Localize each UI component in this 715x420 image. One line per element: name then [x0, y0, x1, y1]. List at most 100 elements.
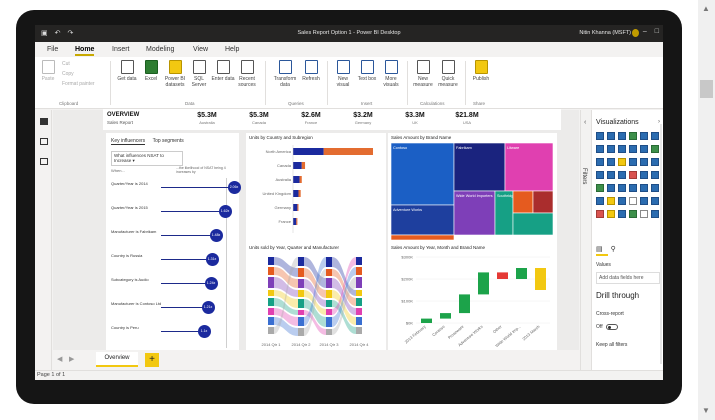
- influencer-bubble[interactable]: 1.31x: [205, 252, 219, 266]
- influencer-label[interactable]: Country is Peru: [111, 325, 181, 331]
- tab-modeling[interactable]: Modeling: [146, 46, 174, 53]
- influencer-question-dropdown[interactable]: What influences NSAT to Increase ▾: [111, 151, 183, 166]
- recent-sources-button[interactable]: Recent sources: [235, 60, 259, 88]
- kpi-card[interactable]: $2.6M France: [291, 112, 331, 125]
- data-view-icon[interactable]: [40, 138, 48, 145]
- clustered-column-icon[interactable]: [629, 132, 637, 140]
- bar-100-icon[interactable]: [640, 132, 648, 140]
- shape-map-icon[interactable]: [618, 171, 626, 179]
- multi-row-card-icon[interactable]: [651, 171, 659, 179]
- country-subregion-chart[interactable]: Units by Country and Subregion North Ame…: [246, 133, 386, 243]
- influencer-label[interactable]: Country is Russia: [111, 253, 181, 259]
- map-icon[interactable]: [596, 171, 604, 179]
- user-name[interactable]: Nitin Khanna (MSFT): [579, 30, 631, 36]
- stacked-area-icon[interactable]: [618, 145, 626, 153]
- ellipsis-icon[interactable]: [651, 210, 659, 218]
- scatter-icon[interactable]: [618, 158, 626, 166]
- pane-scrollbar[interactable]: [660, 124, 662, 364]
- scroll-down-icon[interactable]: ▼: [702, 406, 710, 415]
- format-tab-icon[interactable]: ⚲: [611, 246, 616, 253]
- publish-button[interactable]: Publish: [469, 60, 493, 82]
- add-page-button[interactable]: +: [145, 353, 159, 367]
- powerapps-icon[interactable]: [596, 210, 604, 218]
- filled-map-icon[interactable]: [607, 171, 615, 179]
- waterfall-chart[interactable]: Sales Amount by Year, Month and Brand Na…: [388, 243, 557, 350]
- gauge-icon[interactable]: [629, 171, 637, 179]
- avatar[interactable]: [632, 29, 639, 37]
- fields-tab-icon[interactable]: ▤: [596, 246, 603, 253]
- influencer-label[interactable]: Subcategory is Audio: [111, 277, 181, 283]
- treemap-icon[interactable]: [651, 158, 659, 166]
- prev-page-icon[interactable]: ◀: [57, 355, 62, 363]
- influencer-bubble[interactable]: 1.62x: [218, 204, 232, 218]
- influencer-bubble[interactable]: 1.48x: [209, 228, 223, 242]
- key-influencers-visual[interactable]: Key influencers Top segments What influe…: [106, 133, 241, 369]
- line-clustered-icon[interactable]: [640, 145, 648, 153]
- clustered-bar-icon[interactable]: [618, 132, 626, 140]
- influencer-label[interactable]: Manufacturer is Fabrikam: [111, 229, 181, 235]
- scroll-thumb[interactable]: [700, 80, 713, 98]
- add-data-fields-well[interactable]: Add data fields here: [596, 272, 660, 284]
- arcgis-icon[interactable]: [651, 197, 659, 205]
- more-visuals-button[interactable]: More visuals: [379, 60, 403, 88]
- narrative-icon[interactable]: [629, 197, 637, 205]
- stacked-bar-icon[interactable]: [596, 132, 604, 140]
- text-box-button[interactable]: Text box: [355, 60, 379, 82]
- kpi-card[interactable]: $3.2M Germany: [343, 112, 383, 125]
- import-icon[interactable]: [640, 210, 648, 218]
- new-visual-button[interactable]: New visual: [331, 60, 355, 88]
- kpi-card[interactable]: $5.3M Australia: [187, 112, 227, 125]
- influencer-label[interactable]: Quarter/Year is 2015: [111, 205, 181, 211]
- cut-button[interactable]: Cut: [62, 61, 70, 67]
- tab-file[interactable]: File: [47, 46, 58, 53]
- next-page-icon[interactable]: ▶: [69, 355, 74, 363]
- tab-help[interactable]: Help: [225, 46, 239, 53]
- tab-view[interactable]: View: [193, 46, 208, 53]
- waterfall-icon[interactable]: [596, 158, 604, 166]
- stacked-column-icon[interactable]: [607, 132, 615, 140]
- enter-data-button[interactable]: Enter data: [211, 60, 235, 82]
- excel-button[interactable]: Excel: [139, 60, 163, 82]
- scroll-up-icon[interactable]: ▲: [702, 4, 710, 13]
- decomposition-tree-icon[interactable]: [607, 197, 615, 205]
- custom-visual-icon[interactable]: [629, 210, 637, 218]
- ribbon-chart[interactable]: Units sold by Year, Quarter and Manufact…: [246, 243, 386, 350]
- kpi-card[interactable]: $5.3M Canada: [239, 112, 279, 125]
- power-bi-datasets-button[interactable]: Power BI datasets: [163, 60, 187, 88]
- r-visual-icon[interactable]: [640, 184, 648, 192]
- influencer-bubble[interactable]: 1.1x: [197, 324, 211, 338]
- tab-top-segments[interactable]: Top segments: [153, 138, 184, 144]
- kpi-card[interactable]: $3.3M UK: [395, 112, 435, 125]
- table-icon[interactable]: [618, 184, 626, 192]
- page-tab-overview[interactable]: Overview: [96, 352, 138, 367]
- tab-home[interactable]: Home: [75, 46, 95, 56]
- copy-button[interactable]: Copy: [62, 71, 74, 77]
- get-data-button[interactable]: Get data: [115, 60, 139, 82]
- column-100-icon[interactable]: [651, 132, 659, 140]
- page-scrollbar[interactable]: ▲ ▼: [698, 0, 715, 420]
- influencer-label[interactable]: Manufacturer is Contoso Ltd: [111, 301, 181, 307]
- maximize-icon[interactable]: □: [655, 28, 659, 35]
- filters-pane-collapsed[interactable]: ‹ Filters: [580, 110, 592, 370]
- brand-treemap[interactable]: Sales Amount by Brand Name Contoso Fabrik…: [388, 133, 557, 243]
- qa-icon[interactable]: [618, 197, 626, 205]
- influencer-label[interactable]: Quarter/Year is 2014: [111, 181, 181, 187]
- report-view-icon[interactable]: [40, 118, 48, 125]
- quick-measure-button[interactable]: Quick measure: [435, 60, 461, 88]
- new-measure-button[interactable]: New measure: [411, 60, 435, 88]
- matrix-icon[interactable]: [629, 184, 637, 192]
- influencer-bubble[interactable]: 2.06x: [227, 180, 241, 194]
- influencer-bubble[interactable]: 1.21x: [201, 300, 215, 314]
- line-column-icon[interactable]: [629, 145, 637, 153]
- influencer-bubble[interactable]: 1.24x: [204, 276, 218, 290]
- area-chart-icon[interactable]: [607, 145, 615, 153]
- format-painter-button[interactable]: Format painter: [62, 81, 95, 87]
- minimize-icon[interactable]: –: [643, 28, 647, 35]
- slicer-icon[interactable]: [607, 184, 615, 192]
- transform-data-button[interactable]: Transform data: [271, 60, 299, 88]
- donut-icon[interactable]: [640, 158, 648, 166]
- paste-button[interactable]: Paste: [36, 60, 60, 82]
- pie-chart-icon[interactable]: [629, 158, 637, 166]
- ribbon-chart-icon[interactable]: [651, 145, 659, 153]
- card-icon[interactable]: [640, 171, 648, 179]
